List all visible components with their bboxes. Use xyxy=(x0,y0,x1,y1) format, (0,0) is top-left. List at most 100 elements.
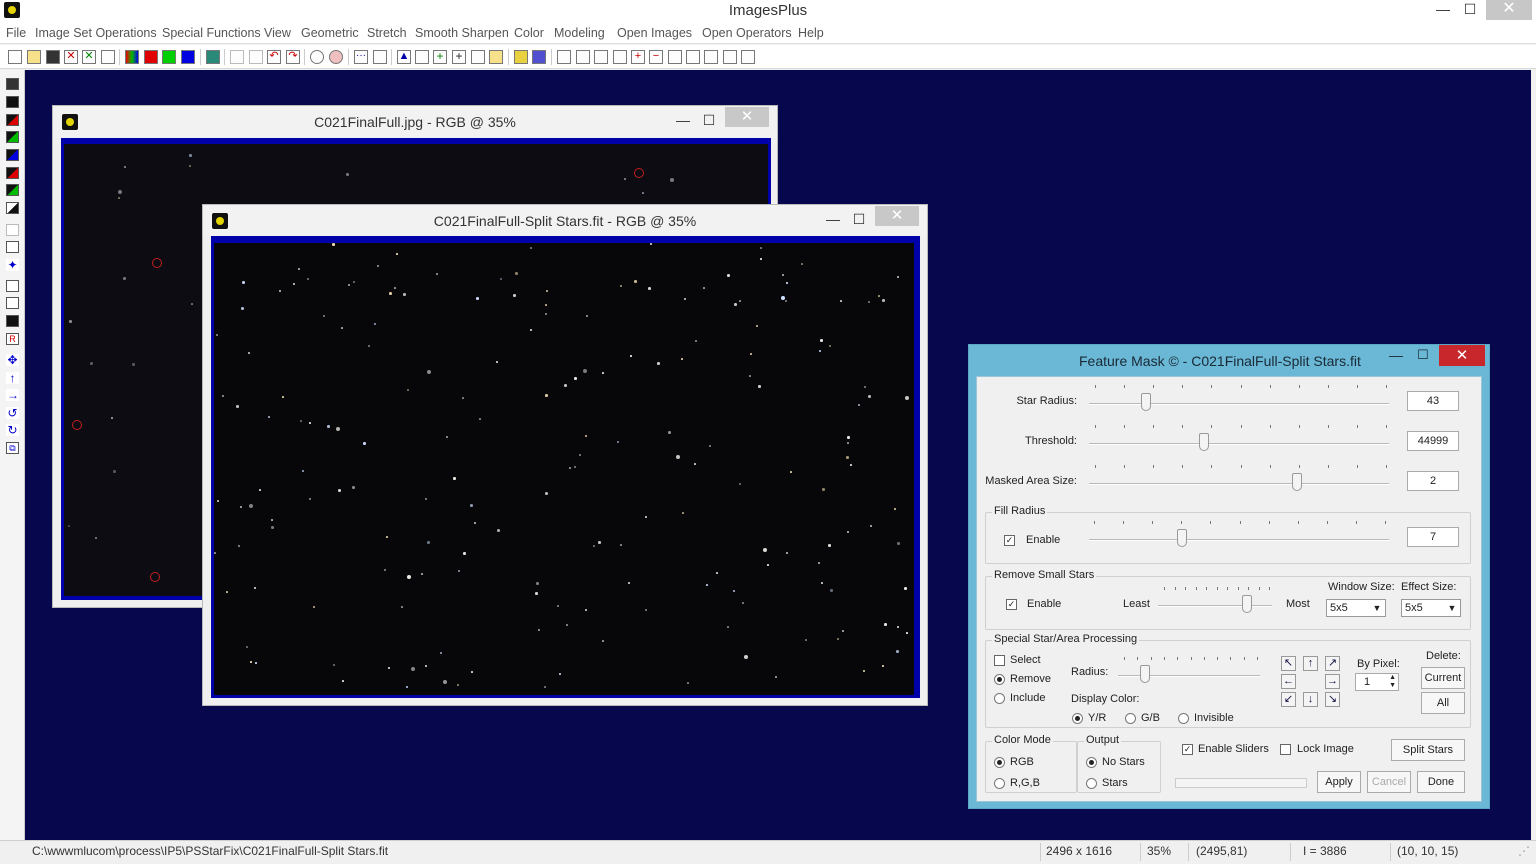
window-arrange-icon[interactable] xyxy=(704,50,718,64)
menu-special-functions[interactable]: Special Functions xyxy=(162,26,261,40)
delete-all-button[interactable]: All xyxy=(1421,692,1465,714)
window-minimize-button[interactable]: — xyxy=(823,211,843,229)
red-channel-icon[interactable] xyxy=(144,50,158,64)
threshold-slider[interactable] xyxy=(1089,429,1389,451)
minimize-button[interactable]: — xyxy=(1430,0,1456,20)
curve-icon[interactable] xyxy=(415,50,429,64)
dotted-line-icon[interactable]: ··· xyxy=(354,50,368,64)
dialog-title-bar[interactable]: Feature Mask © - C021FinalFull-Split Sta… xyxy=(969,345,1489,375)
redo-icon[interactable]: ↷ xyxy=(286,50,300,64)
zoom-minus-icon[interactable]: − xyxy=(649,50,663,64)
point-plot-icon[interactable] xyxy=(373,50,387,64)
grid-icon[interactable] xyxy=(471,50,485,64)
dialog-minimize-button[interactable]: — xyxy=(1389,347,1403,363)
nudge-down-icon[interactable]: ↓ xyxy=(1303,692,1318,707)
masked-area-value[interactable]: 2 xyxy=(1407,471,1459,491)
star-radius-slider[interactable] xyxy=(1089,389,1389,411)
include-radio[interactable] xyxy=(994,693,1005,704)
feature-mask-dialog[interactable]: Feature Mask © - C021FinalFull-Split Sta… xyxy=(968,344,1490,809)
apply-button[interactable]: Apply xyxy=(1317,771,1361,793)
dialog-maximize-button[interactable]: ☐ xyxy=(1417,347,1429,363)
window-title-bar[interactable]: C021FinalFull-Split Stars.fit - RGB @ 35… xyxy=(203,205,927,237)
window-minimize-all-icon[interactable] xyxy=(741,50,755,64)
tool-right-arrow-icon[interactable]: → xyxy=(6,389,19,401)
tool-reset-icon[interactable]: R xyxy=(6,333,19,345)
fill-radius-value[interactable]: 7 xyxy=(1407,527,1459,547)
window-cascade-icon[interactable] xyxy=(686,50,700,64)
tool-blue-icon[interactable] xyxy=(6,149,19,161)
radius-slider[interactable] xyxy=(1118,661,1260,683)
zoom-actual-icon[interactable] xyxy=(613,50,627,64)
tool-rotate-right-icon[interactable]: ↻ xyxy=(6,424,19,436)
tool-fill-icon[interactable] xyxy=(6,315,19,327)
image-window-split-stars[interactable]: C021FinalFull-Split Stars.fit - RGB @ 35… xyxy=(202,204,928,706)
threshold-value[interactable]: 44999 xyxy=(1407,431,1459,451)
pencil-icon[interactable] xyxy=(514,50,528,64)
remove-small-slider[interactable] xyxy=(1158,591,1272,613)
tool-red-icon[interactable] xyxy=(6,114,19,126)
menu-image-set-operations[interactable]: Image Set Operations xyxy=(35,26,157,40)
stars-radio[interactable] xyxy=(1086,778,1097,789)
menu-modeling[interactable]: Modeling xyxy=(554,26,605,40)
rgb-channels-icon[interactable] xyxy=(125,50,139,64)
histogram-icon[interactable]: ▲ xyxy=(397,50,411,64)
tool-save-icon[interactable] xyxy=(6,78,19,90)
window-close-button[interactable]: ✕ xyxy=(875,206,919,226)
crosshair-icon[interactable]: + xyxy=(452,50,466,64)
nudge-down-left-icon[interactable]: ↙ xyxy=(1281,692,1296,707)
tool-green-icon[interactable] xyxy=(6,131,19,143)
color-invisible-radio[interactable] xyxy=(1178,713,1189,724)
open-folder-icon[interactable] xyxy=(27,50,41,64)
lock-image-checkbox[interactable] xyxy=(1280,744,1291,755)
split-stars-button[interactable]: Split Stars xyxy=(1391,739,1465,761)
color-yr-radio[interactable] xyxy=(1072,713,1083,724)
tool-black-icon[interactable] xyxy=(6,96,19,108)
window-minimize-button[interactable]: — xyxy=(673,112,693,130)
select-checkbox[interactable] xyxy=(994,655,1005,666)
tool-crosshair-icon[interactable]: ✦ xyxy=(6,259,19,271)
tool-frame-icon[interactable] xyxy=(6,280,19,292)
circle-mask-icon[interactable] xyxy=(329,50,343,64)
window-close-button[interactable]: ✕ xyxy=(725,107,769,127)
close-image-icon[interactable]: ✕ xyxy=(64,50,78,64)
green-channel-icon[interactable] xyxy=(162,50,176,64)
enable-sliders-checkbox[interactable]: ✓ xyxy=(1182,744,1193,755)
zoom-fit-icon[interactable] xyxy=(594,50,608,64)
tool-line-icon[interactable] xyxy=(6,241,19,253)
spinner-arrows-icon[interactable]: ▲ ▼ xyxy=(1389,674,1396,690)
undo-icon[interactable]: ↶ xyxy=(267,50,281,64)
nudge-up-icon[interactable]: ↑ xyxy=(1303,656,1318,671)
resize-grip-icon[interactable]: ⋰ xyxy=(1518,844,1530,858)
effect-size-select[interactable]: 5x5 ▼ xyxy=(1401,599,1461,617)
fill-radius-slider[interactable] xyxy=(1089,525,1389,547)
maximize-button[interactable]: ☐ xyxy=(1457,0,1483,20)
print-icon[interactable] xyxy=(101,50,115,64)
image-canvas[interactable] xyxy=(214,243,914,695)
tool-disabled-icon[interactable] xyxy=(6,224,19,236)
menu-open-images[interactable]: Open Images xyxy=(617,26,692,40)
nudge-left-icon[interactable]: ← xyxy=(1281,674,1296,689)
menu-file[interactable]: File xyxy=(6,26,26,40)
by-pixel-spinner[interactable]: 1 ▲ ▼ xyxy=(1355,673,1399,691)
table-icon[interactable] xyxy=(532,50,546,64)
dialog-close-button[interactable]: ✕ xyxy=(1439,345,1485,366)
menu-geometric[interactable]: Geometric xyxy=(301,26,359,40)
tool-mix-icon[interactable] xyxy=(6,167,19,179)
add-icon[interactable]: + xyxy=(433,50,447,64)
new-file-icon[interactable] xyxy=(8,50,22,64)
zoom-in-icon[interactable] xyxy=(557,50,571,64)
zoom-out-icon[interactable] xyxy=(576,50,590,64)
window-tile-icon[interactable] xyxy=(668,50,682,64)
tool-copy-icon[interactable]: ⧉ xyxy=(6,442,19,454)
done-button[interactable]: Done xyxy=(1417,771,1465,793)
tool-move-icon[interactable]: ✥ xyxy=(6,354,19,366)
window-maximize-button[interactable]: ☐ xyxy=(699,112,719,130)
window-size-select[interactable]: 5x5 ▼ xyxy=(1326,599,1386,617)
menu-open-operators[interactable]: Open Operators xyxy=(702,26,792,40)
tool-bars-icon[interactable] xyxy=(6,297,19,309)
window-restore-icon[interactable] xyxy=(723,50,737,64)
nudge-up-right-icon[interactable]: ↗ xyxy=(1325,656,1340,671)
r-g-b-radio[interactable] xyxy=(994,778,1005,789)
remove-small-enable-checkbox[interactable]: ✓ xyxy=(1006,599,1017,610)
masked-area-slider[interactable] xyxy=(1089,469,1389,491)
